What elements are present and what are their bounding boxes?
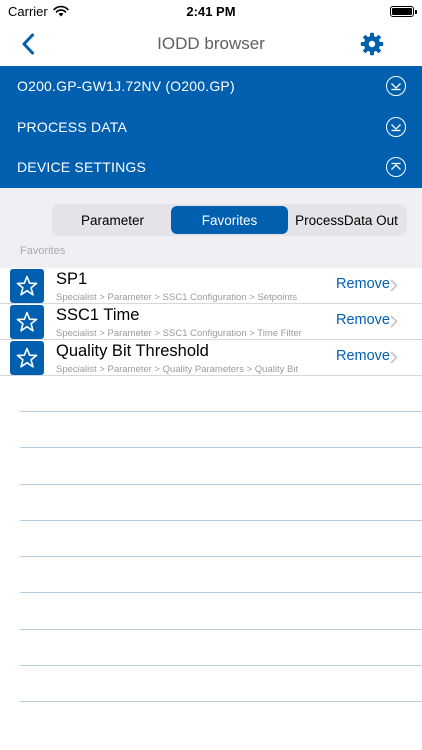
favorite-path: Specialist > Parameter > Quality Paramet… bbox=[56, 364, 299, 375]
carrier-label: Carrier bbox=[8, 3, 48, 19]
battery-icon bbox=[390, 5, 417, 17]
favorites-list: SP1 Specialist > Parameter > SSC1 Config… bbox=[0, 268, 422, 376]
favorite-title: SP1 bbox=[56, 270, 88, 288]
section-header: Favorites bbox=[20, 245, 66, 257]
status-bar: Carrier 2:41 PM bbox=[0, 0, 422, 22]
favorite-title: Quality Bit Threshold bbox=[56, 342, 209, 360]
list-item[interactable]: Quality Bit Threshold Specialist > Param… bbox=[0, 340, 422, 376]
settings-button[interactable] bbox=[358, 30, 386, 58]
empty-row-separator bbox=[20, 701, 422, 737]
tab-processdata-out[interactable]: ProcessData Out bbox=[288, 206, 405, 234]
chevron-right-icon bbox=[390, 315, 398, 328]
process-data-label: PROCESS DATA bbox=[17, 118, 128, 135]
empty-row-separator bbox=[20, 483, 422, 520]
device-settings-row[interactable]: DEVICE SETTINGS bbox=[0, 147, 422, 188]
star-icon[interactable] bbox=[10, 305, 44, 339]
star-outline-icon bbox=[16, 275, 38, 296]
remove-button[interactable]: Remove bbox=[336, 348, 390, 364]
star-icon[interactable] bbox=[10, 341, 44, 375]
tab-area: Parameter Favorites ProcessData Out Favo… bbox=[0, 188, 422, 268]
star-outline-icon bbox=[16, 347, 38, 368]
gear-icon bbox=[360, 32, 384, 56]
favorite-path: Specialist > Parameter > SSC1 Configurat… bbox=[56, 292, 298, 303]
device-panel: O200.GP-GW1J.72NV (O200.GP) PROCESS DATA… bbox=[0, 66, 422, 188]
star-outline-icon bbox=[16, 311, 38, 332]
chevron-right-icon bbox=[390, 279, 398, 292]
wifi-icon bbox=[53, 5, 69, 17]
device-settings-label: DEVICE SETTINGS bbox=[17, 159, 147, 176]
expand-arrow-icon bbox=[391, 123, 401, 132]
tab-parameter[interactable]: Parameter bbox=[54, 206, 171, 234]
empty-row-separator bbox=[20, 592, 422, 628]
device-row[interactable]: O200.GP-GW1J.72NV (O200.GP) bbox=[0, 66, 422, 107]
empty-row-separator bbox=[20, 556, 422, 592]
star-icon[interactable] bbox=[10, 269, 44, 303]
process-data-row[interactable]: PROCESS DATA bbox=[0, 107, 422, 148]
list-item[interactable]: SP1 Specialist > Parameter > SSC1 Config… bbox=[0, 268, 422, 304]
expand-icon[interactable] bbox=[386, 76, 406, 97]
tab-favorites[interactable]: Favorites bbox=[171, 206, 288, 234]
empty-row-separator bbox=[20, 628, 422, 665]
collapse-icon[interactable] bbox=[386, 157, 406, 178]
favorite-title: SSC1 Time bbox=[56, 306, 140, 324]
page-title: IODD browser bbox=[157, 34, 265, 53]
device-name-label: O200.GP-GW1J.72NV (O200.GP) bbox=[17, 78, 235, 95]
empty-row-separator bbox=[20, 447, 422, 483]
expand-arrow-icon bbox=[391, 83, 401, 91]
status-left: Carrier bbox=[8, 4, 69, 19]
back-button[interactable] bbox=[16, 30, 40, 58]
chevron-left-icon bbox=[22, 33, 34, 55]
collapse-arrow-icon bbox=[391, 163, 401, 171]
empty-table-area bbox=[20, 411, 422, 738]
expand-icon[interactable] bbox=[386, 116, 406, 137]
empty-row-separator bbox=[20, 665, 422, 701]
navigation-bar: IODD browser bbox=[0, 22, 422, 66]
empty-row-separator bbox=[20, 519, 422, 556]
list-item[interactable]: SSC1 Time Specialist > Parameter > SSC1 … bbox=[0, 304, 422, 340]
empty-row-separator bbox=[20, 411, 422, 447]
remove-button[interactable]: Remove bbox=[336, 276, 390, 292]
remove-button[interactable]: Remove bbox=[336, 312, 390, 328]
chevron-right-icon bbox=[390, 351, 398, 364]
segmented-control: Parameter Favorites ProcessData Out bbox=[52, 204, 407, 236]
favorite-path: Specialist > Parameter > SSC1 Configurat… bbox=[56, 328, 302, 339]
